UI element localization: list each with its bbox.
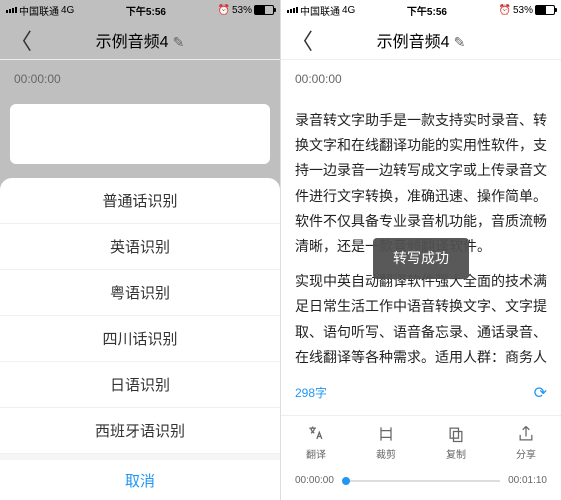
transcript-para-2: 实现中英自动翻译软件强大全面的技术满足日常生活工作中语音转换文字、文字提取、语句… xyxy=(295,269,547,370)
status-bar: 中国联通 4G 下午5:56 ⏰ 53% xyxy=(0,0,280,20)
transcript-area: 录音转文字助手是一款支持实时录音、转换文字和在线翻译功能的实用性软件，支持一边录… xyxy=(281,98,561,415)
seek-bar[interactable] xyxy=(342,480,500,482)
time-end: 00:01:10 xyxy=(508,475,547,486)
timestamp: 00:00:00 xyxy=(281,60,561,98)
network: 4G xyxy=(61,5,74,16)
translate-icon xyxy=(306,424,326,444)
back-button[interactable]: 〈 xyxy=(291,24,313,56)
clock: 下午5:56 xyxy=(407,3,447,18)
toolbar: 翻译 裁剪 复制 分享 xyxy=(281,415,561,469)
time-start: 00:00:00 xyxy=(295,475,334,486)
signal-icon xyxy=(287,7,298,13)
share-icon xyxy=(516,424,536,444)
edit-icon[interactable]: ✎ xyxy=(173,34,185,50)
clock: 下午5:56 xyxy=(126,3,166,18)
battery-pct: 53% xyxy=(232,5,252,16)
carrier: 中国联通 xyxy=(300,3,340,18)
char-count: 298字 xyxy=(295,386,327,400)
toast-success: 转写成功 xyxy=(373,238,469,279)
carrier: 中国联通 xyxy=(19,3,59,18)
sheet-item-mandarin[interactable]: 普通话识别 xyxy=(0,178,280,224)
sheet-item-spanish[interactable]: 西班牙语识别 xyxy=(0,408,280,454)
back-button[interactable]: 〈 xyxy=(10,24,32,56)
progress-bar[interactable]: 00:00:00 00:01:10 xyxy=(281,469,561,492)
tool-trim[interactable]: 裁剪 xyxy=(351,416,421,469)
page-title: 示例音频4✎ xyxy=(96,28,185,52)
sheet-item-japanese[interactable]: 日语识别 xyxy=(0,362,280,408)
page-title: 示例音频4✎ xyxy=(377,28,466,52)
sheet-item-sichuan[interactable]: 四川话识别 xyxy=(0,316,280,362)
battery-icon xyxy=(254,5,274,15)
status-bar: 中国联通 4G 下午5:56 ⏰ 53% xyxy=(281,0,561,20)
sheet-item-cantonese[interactable]: 粤语识别 xyxy=(0,270,280,316)
edit-icon[interactable]: ✎ xyxy=(454,34,466,50)
sheet-item-english[interactable]: 英语识别 xyxy=(0,224,280,270)
signal-icon xyxy=(6,7,17,13)
action-sheet: 普通话识别 英语识别 粤语识别 四川话识别 日语识别 西班牙语识别 取消 xyxy=(0,178,280,500)
refresh-icon[interactable]: ⟳ xyxy=(534,380,547,409)
battery-icon xyxy=(535,5,555,15)
nav-bar: 〈 示例音频4✎ xyxy=(0,20,280,60)
content-placeholder xyxy=(10,104,270,164)
timestamp: 00:00:00 xyxy=(0,60,280,98)
copy-icon xyxy=(446,424,466,444)
network: 4G xyxy=(342,5,355,16)
sheet-cancel[interactable]: 取消 xyxy=(0,454,280,500)
nav-bar: 〈 示例音频4✎ xyxy=(281,20,561,60)
tool-copy[interactable]: 复制 xyxy=(421,416,491,469)
alarm-icon: ⏰ xyxy=(218,5,230,16)
tool-share[interactable]: 分享 xyxy=(491,416,561,469)
player-controls: ◂10s 10s▸ 1x xyxy=(281,492,561,500)
transcript-para-1: 录音转文字助手是一款支持实时录音、转换文字和在线翻译功能的实用性软件，支持一边录… xyxy=(295,108,547,259)
trim-icon xyxy=(376,424,396,444)
phone-left: 中国联通 4G 下午5:56 ⏰ 53% 〈 示例音频4✎ 00:00:00 普… xyxy=(0,0,280,500)
alarm-icon: ⏰ xyxy=(499,5,511,16)
phone-right: 中国联通 4G 下午5:56 ⏰ 53% 〈 示例音频4✎ 00:00:00 录… xyxy=(281,0,561,500)
tool-translate[interactable]: 翻译 xyxy=(281,416,351,469)
battery-pct: 53% xyxy=(513,5,533,16)
